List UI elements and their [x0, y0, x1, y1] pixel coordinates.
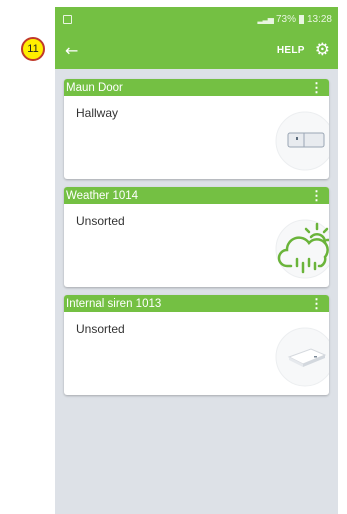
step-badge: 11: [21, 37, 45, 61]
device-card[interactable]: Maun Door ⋮ Hallway: [64, 79, 329, 179]
battery-percent: 73%: [275, 13, 296, 25]
device-name: Internal siren 1013: [66, 297, 162, 310]
signal-icon: ▂▃▅: [257, 14, 274, 24]
device-room: Unsorted: [76, 322, 125, 336]
back-arrow-icon[interactable]: ←: [65, 41, 78, 60]
weather-icon: [275, 219, 329, 279]
clock: 13:28: [306, 13, 332, 25]
more-vert-icon[interactable]: ⋮: [310, 189, 323, 202]
gear-icon[interactable]: ⚙: [315, 41, 330, 59]
device-name: Maun Door: [66, 81, 123, 94]
toolbar: ← HELP ⚙: [55, 31, 338, 69]
status-bar: ▂▃▅ 73% 13:28: [55, 7, 338, 31]
device-room: Hallway: [76, 106, 119, 120]
device-card-header: Maun Door ⋮: [64, 79, 329, 96]
device-card-header: Internal siren 1013 ⋮: [64, 295, 329, 312]
notification-icon: [63, 14, 72, 24]
more-vert-icon[interactable]: ⋮: [310, 297, 323, 310]
device-room: Unsorted: [76, 214, 125, 228]
device-name: Weather 1014: [66, 189, 139, 202]
device-card-header: Weather 1014 ⋮: [64, 187, 329, 204]
door-sensor-icon: [275, 111, 329, 171]
phone-screen: ▂▃▅ 73% 13:28 ← HELP ⚙ Maun Door ⋮ Hallw…: [55, 7, 338, 514]
device-card[interactable]: Internal siren 1013 ⋮ Unsorted: [64, 295, 329, 395]
device-list: Maun Door ⋮ Hallway Weather 1014 ⋮ Unsor…: [64, 79, 329, 403]
more-vert-icon[interactable]: ⋮: [310, 81, 323, 94]
battery-icon: [298, 14, 304, 24]
siren-icon: [275, 327, 329, 387]
help-button[interactable]: HELP: [277, 45, 305, 56]
device-card[interactable]: Weather 1014 ⋮ Unsorted: [64, 187, 329, 287]
